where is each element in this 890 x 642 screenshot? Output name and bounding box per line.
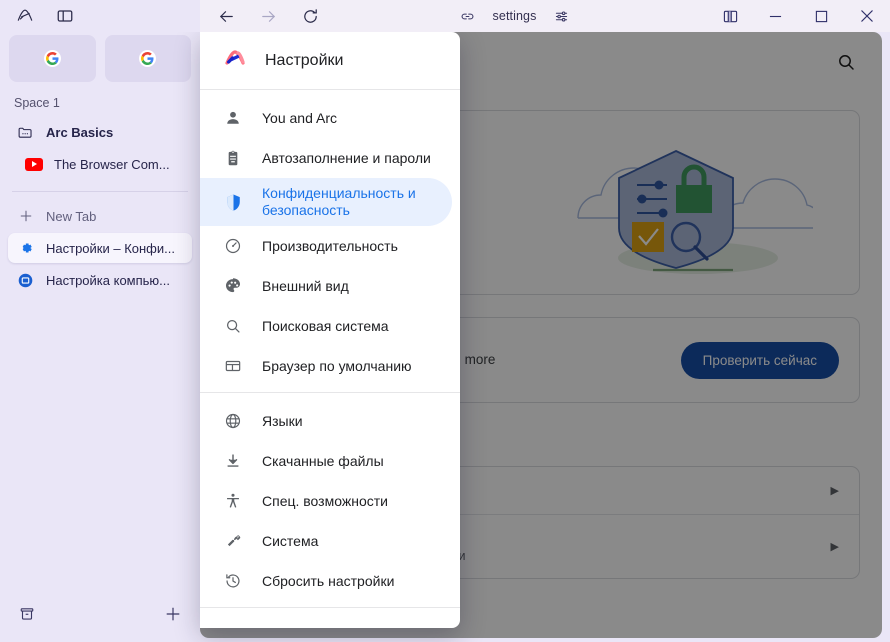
person-icon	[223, 108, 243, 128]
menu-item-partial[interactable]	[200, 616, 452, 628]
menu-item-label: Браузер по умолчанию	[262, 357, 412, 374]
menu-item-label: Конфиденциальность и безопасность	[262, 185, 416, 218]
menu-item-reset-settings[interactable]: Сбросить настройки	[200, 561, 452, 601]
mini-tab[interactable]	[9, 35, 96, 82]
link-icon[interactable]	[457, 5, 479, 27]
sidebar-toggle-icon[interactable]	[54, 5, 76, 27]
menu-item-privacy-security[interactable]: Конфиденциальность и безопасность	[200, 178, 452, 226]
sliders-icon[interactable]	[550, 5, 572, 27]
shield-icon	[223, 192, 243, 212]
folder-icon	[16, 123, 35, 142]
menu-item-label: Производительность	[262, 237, 398, 254]
sidebar-tab-label: Настройка компью...	[46, 272, 171, 288]
sidebar-item-label: The Browser Com...	[54, 156, 170, 172]
menu-item-default-browser[interactable]: Браузер по умолчанию	[200, 346, 452, 386]
sidebar-tab-computer-setup[interactable]: Настройка компью...	[8, 265, 192, 295]
extension-icon	[223, 626, 243, 628]
browser-window-icon	[223, 356, 243, 376]
reload-icon[interactable]	[299, 5, 321, 27]
menu-item-label: Система	[262, 532, 319, 549]
gear-icon	[16, 239, 35, 258]
space-label[interactable]: Space 1	[0, 82, 200, 116]
menu-item-label: Спец. возможности	[262, 492, 388, 509]
sidebar-item-the-browser-company[interactable]: The Browser Com...	[8, 149, 192, 179]
address-bar[interactable]: settings	[321, 0, 708, 32]
plus-icon	[16, 207, 35, 226]
forward-arrow-icon[interactable]	[257, 5, 279, 27]
new-tab-label: New Tab	[46, 208, 97, 224]
sidebar-folder-label: Arc Basics	[46, 124, 114, 140]
menu-item-label: Скачанные файлы	[262, 452, 384, 469]
youtube-icon	[24, 155, 43, 174]
sidebar-tab-settings-privacy[interactable]: Настройки – Конфи...	[8, 233, 192, 263]
menu-item-label: Внешний вид	[262, 277, 349, 294]
back-arrow-icon[interactable]	[215, 5, 237, 27]
search-icon	[223, 316, 243, 336]
globe-icon	[223, 411, 243, 431]
menu-item-appearance[interactable]: Внешний вид	[200, 266, 452, 306]
window-controls	[708, 0, 890, 32]
settings-menu-panel: Настройки You and Arc Автозаполнение и п…	[200, 32, 460, 628]
settings-menu-group-extra	[200, 607, 460, 628]
palette-icon	[223, 276, 243, 296]
settings-menu-header[interactable]: Настройки	[200, 32, 460, 90]
wrench-icon	[223, 531, 243, 551]
sidebar: Space 1 Arc Basics The Browser Com... Ne…	[0, 32, 200, 642]
monitor-icon	[16, 271, 35, 290]
menu-item-performance[interactable]: Производительность	[200, 226, 452, 266]
menu-item-system[interactable]: Система	[200, 521, 452, 561]
menu-item-label: You and Arc	[262, 109, 337, 126]
menu-item-label: Сбросить настройки	[262, 572, 395, 589]
menu-item-languages[interactable]: Языки	[200, 401, 452, 441]
history-reset-icon	[223, 571, 243, 591]
titlebar: settings	[0, 0, 890, 32]
download-icon	[223, 451, 243, 471]
menu-item-label: Автозаполнение и пароли	[262, 149, 431, 166]
url-text[interactable]: settings	[493, 9, 537, 23]
split-view-icon[interactable]	[708, 0, 752, 32]
mini-tab-strip	[0, 32, 200, 82]
sidebar-divider	[12, 191, 188, 192]
google-icon	[139, 50, 157, 67]
minimize-icon[interactable]	[752, 0, 798, 32]
menu-item-downloads[interactable]: Скачанные файлы	[200, 441, 452, 481]
menu-item-search-engine[interactable]: Поисковая система	[200, 306, 452, 346]
archive-icon[interactable]	[18, 605, 36, 628]
accessibility-icon	[223, 491, 243, 511]
menu-item-accessibility[interactable]: Спец. возможности	[200, 481, 452, 521]
maximize-icon[interactable]	[798, 0, 844, 32]
settings-menu-group-primary: You and Arc Автозаполнение и пароли Конф…	[200, 90, 460, 392]
sidebar-tab-label: Настройки – Конфи...	[46, 240, 175, 256]
navigation-controls	[200, 0, 321, 32]
sidebar-folder-arc-basics[interactable]: Arc Basics	[8, 117, 192, 147]
browser-window: settings Space 1 Arc Basics The Browser …	[0, 0, 890, 642]
close-icon[interactable]	[844, 0, 890, 32]
arc-logo-icon	[14, 5, 36, 27]
titlebar-left-zone	[0, 0, 200, 32]
speedometer-icon	[223, 236, 243, 256]
sidebar-new-tab[interactable]: New Tab	[8, 201, 192, 231]
menu-item-autofill-passwords[interactable]: Автозаполнение и пароли	[200, 138, 452, 178]
mini-tab[interactable]	[104, 35, 191, 82]
menu-item-label: Языки	[262, 412, 303, 429]
plus-icon[interactable]	[164, 605, 182, 628]
sidebar-footer	[0, 596, 200, 642]
menu-item-you-and-arc[interactable]: You and Arc	[200, 98, 452, 138]
arc-logo-icon	[223, 46, 247, 75]
clipboard-icon	[223, 148, 243, 168]
menu-item-label: Поисковая система	[262, 317, 389, 334]
settings-menu-title: Настройки	[265, 51, 344, 69]
settings-menu-group-secondary: Языки Скачанные файлы Спец. возможности …	[200, 392, 460, 607]
google-icon	[43, 50, 61, 67]
